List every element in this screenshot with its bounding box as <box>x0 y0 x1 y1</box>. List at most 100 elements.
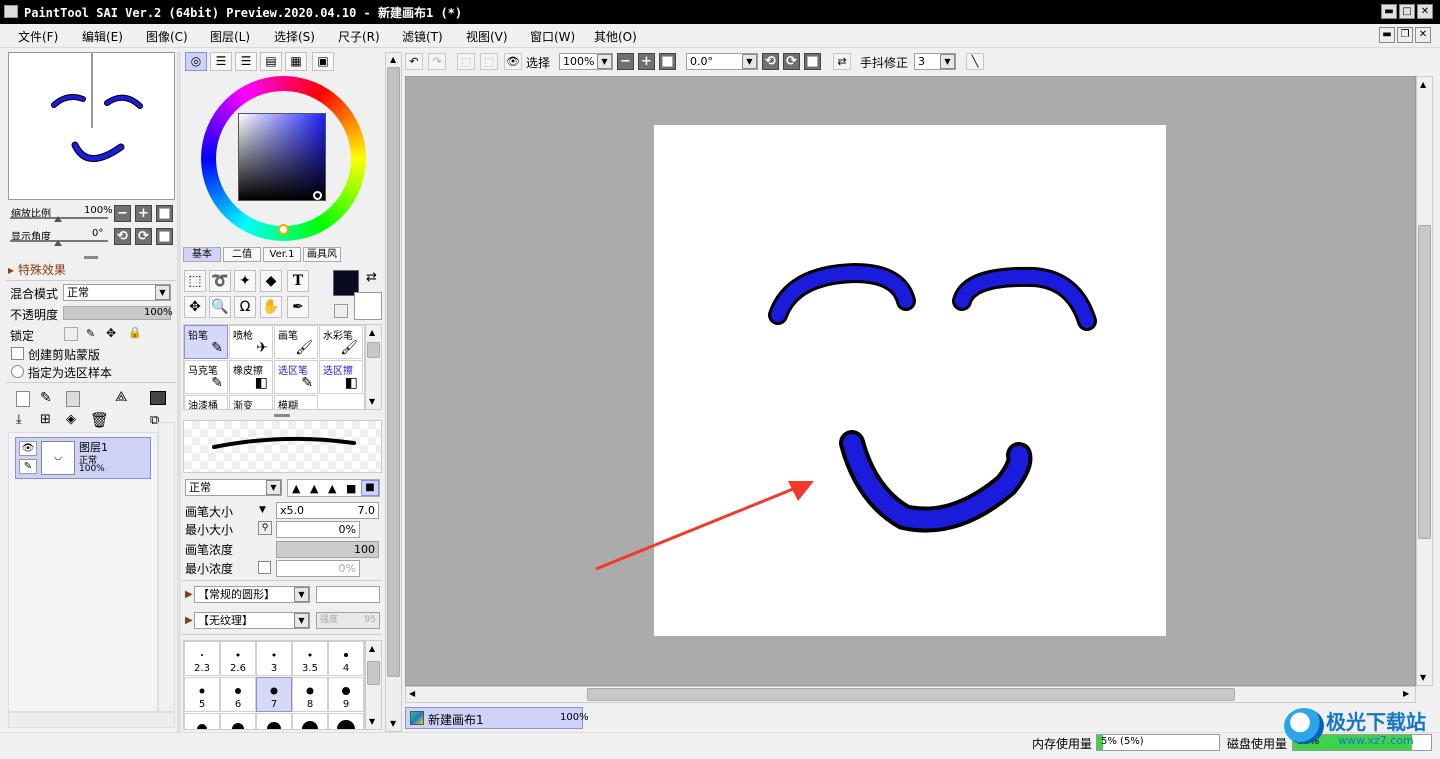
brush-size-cell[interactable] <box>256 713 292 729</box>
close-button[interactable]: ✕ <box>1417 4 1433 19</box>
color-cursor[interactable] <box>313 191 322 200</box>
canvas-zoom-in-button[interactable]: + <box>638 53 655 70</box>
brush-item[interactable]: 渐变 <box>229 395 273 409</box>
layer-hscrollbar[interactable] <box>8 712 175 728</box>
selection-sample-checkbox[interactable] <box>11 365 24 378</box>
menu-window[interactable]: 窗口(W) <box>530 28 575 45</box>
menu-view[interactable]: 视图(V) <box>466 28 508 45</box>
brush-item[interactable]: 选区笔 ✎ <box>274 360 318 394</box>
brush-item[interactable]: 喷枪 ✈ <box>229 325 273 359</box>
lock-move-icon[interactable]: ✥ <box>106 326 116 340</box>
undo-icon[interactable]: ↶ <box>405 53 423 70</box>
rotate-left-button[interactable]: ⟲ <box>114 228 131 245</box>
zoom-reset-button[interactable]: ■ <box>156 205 173 222</box>
density-field[interactable]: 100 <box>276 541 379 558</box>
brush-size-cell[interactable] <box>220 713 256 729</box>
maximize-button[interactable]: □ <box>1399 4 1415 19</box>
chevron-down-icon[interactable]: ▼ <box>940 54 955 69</box>
new-linework-layer-icon[interactable]: ✎ <box>40 390 52 406</box>
chevron-down-icon[interactable]: ▼ <box>155 285 170 300</box>
delete-layer-icon[interactable]: 🗑 <box>90 411 109 429</box>
rotate-right-button[interactable]: ⟳ <box>135 228 152 245</box>
brush-size-cell[interactable]: 2.6 <box>220 641 256 676</box>
brush-scrollbar[interactable]: ▲ ▼ <box>365 324 382 410</box>
new-folder-icon[interactable] <box>66 391 80 407</box>
tip-shape-icon[interactable]: ▲ <box>292 482 300 495</box>
tool-panel-splitter[interactable]: ▲ ▼ <box>385 52 402 732</box>
size-dropdown-icon[interactable]: ▼ <box>259 505 266 515</box>
shape-icon[interactable]: ◆ <box>260 270 282 292</box>
panel-splitter[interactable] <box>274 414 290 417</box>
brush-shape-strength[interactable] <box>316 586 380 603</box>
brush-size-cell[interactable]: 3 <box>256 641 292 676</box>
scratchpad-tab-icon[interactable]: ▣ <box>312 52 334 71</box>
brush-item[interactable]: 铅笔 ✎ <box>184 325 228 359</box>
brush-shape-select[interactable]: 【常规的圆形】 <box>194 586 310 603</box>
expand-arrow-icon[interactable]: ▶ <box>185 615 193 626</box>
navigator-preview[interactable] <box>8 52 175 200</box>
brush-item[interactable]: 模糊 <box>274 395 318 409</box>
expand-arrow-icon[interactable]: ▶ <box>185 589 193 600</box>
brush-size-cell[interactable]: 2.3 <box>184 641 220 676</box>
tip-shape-icon[interactable]: ▲ <box>328 482 336 495</box>
brush-size-cell[interactable]: 6 <box>220 677 256 712</box>
pencil-icon[interactable]: ✎ <box>19 459 37 474</box>
magic-wand-icon[interactable]: ✦ <box>234 270 256 292</box>
tool-tab-ver1[interactable]: Ver.1 <box>263 247 301 262</box>
transfer-down-icon[interactable]: ⊞ <box>40 412 51 427</box>
deselect-icon[interactable]: ⬚ <box>457 53 475 70</box>
brush-item[interactable]: 马克笔 ✎ <box>184 360 228 394</box>
eye-icon[interactable]: 👁 <box>504 53 522 70</box>
pressure-icon[interactable]: ⚲ <box>258 521 272 535</box>
straight-line-icon[interactable]: ╲ <box>966 53 984 70</box>
brush-size-cell[interactable] <box>184 713 220 729</box>
secondary-color-swatch[interactable] <box>354 292 382 320</box>
brush-item[interactable]: 橡皮擦 ◧ <box>229 360 273 394</box>
brush-size-cell[interactable]: 4 <box>328 641 364 676</box>
menu-ruler[interactable]: 尺子(R) <box>338 28 380 45</box>
zoom-slider-handle[interactable] <box>54 216 62 222</box>
canvas-rotate-left-button[interactable]: ⟲ <box>762 53 779 70</box>
left-panel-splitter[interactable] <box>177 52 181 732</box>
flip-horizontal-icon[interactable]: ⇄ <box>833 53 851 70</box>
size-grid-scrollbar[interactable]: ▲ ▼ <box>365 640 382 730</box>
hand-tool-icon[interactable]: ✋ <box>260 296 282 318</box>
menu-layer[interactable]: 图层(L) <box>210 28 250 45</box>
brush-size-cell[interactable]: 7 <box>256 677 292 712</box>
tip-shape-icon[interactable]: ■ <box>346 482 356 495</box>
tool-tab-binary[interactable]: 二值 <box>223 247 261 262</box>
invert-selection-icon[interactable]: ⬚ <box>480 53 498 70</box>
brush-item[interactable]: 画笔 🖌 <box>274 325 318 359</box>
brush-size-cell[interactable]: 8 <box>292 677 328 712</box>
chevron-down-icon[interactable]: ▼ <box>294 613 309 628</box>
brush-size-cell[interactable]: 9 <box>328 677 364 712</box>
brush-size-cell[interactable] <box>292 713 328 729</box>
canvas-rotate-reset-button[interactable]: ■ <box>804 53 821 70</box>
layer-item[interactable]: 👁 ✎ ◡ 图层1 正常 100% <box>15 437 151 479</box>
color-wheel-tab-icon[interactable]: ◎ <box>185 52 207 71</box>
canvas-vscrollbar[interactable]: ▲ ▼ <box>1416 76 1433 686</box>
document-tab[interactable]: 新建画布1 100% <box>405 707 589 729</box>
canvas-zoom-out-button[interactable]: − <box>617 53 634 70</box>
redo-icon[interactable]: ↷ <box>428 53 446 70</box>
zoom-tool-icon[interactable]: 🔍 <box>209 296 231 318</box>
chevron-down-icon[interactable]: ▼ <box>266 480 281 495</box>
hue-cursor[interactable] <box>278 224 289 235</box>
move-icon[interactable]: ✥ <box>184 296 206 318</box>
lock-paint-icon[interactable]: ✎ <box>86 327 95 340</box>
chevron-down-icon[interactable]: ▼ <box>597 54 612 69</box>
new-layer-icon[interactable] <box>16 391 30 407</box>
texture-strength-field[interactable]: 强度 95 <box>316 612 380 629</box>
transparent-color-icon[interactable] <box>334 304 348 318</box>
lock-transparency-icon[interactable] <box>64 327 78 341</box>
min-density-field[interactable]: 0% <box>276 560 360 577</box>
brush-size-cell[interactable] <box>328 713 364 729</box>
brush-size-field[interactable]: x5.0 7.0 <box>276 502 379 519</box>
mdi-close-button[interactable]: ✕ <box>1415 27 1431 43</box>
lock-all-icon[interactable]: 🔒 <box>128 326 142 339</box>
brush-item[interactable]: 选区擦 ◧ <box>319 360 363 394</box>
chevron-down-icon[interactable]: ▼ <box>294 587 309 602</box>
mdi-minimize-button[interactable]: ▬ <box>1379 27 1395 43</box>
rect-select-icon[interactable]: ⬚ <box>184 270 206 292</box>
layer-scrollbar[interactable] <box>158 422 175 712</box>
